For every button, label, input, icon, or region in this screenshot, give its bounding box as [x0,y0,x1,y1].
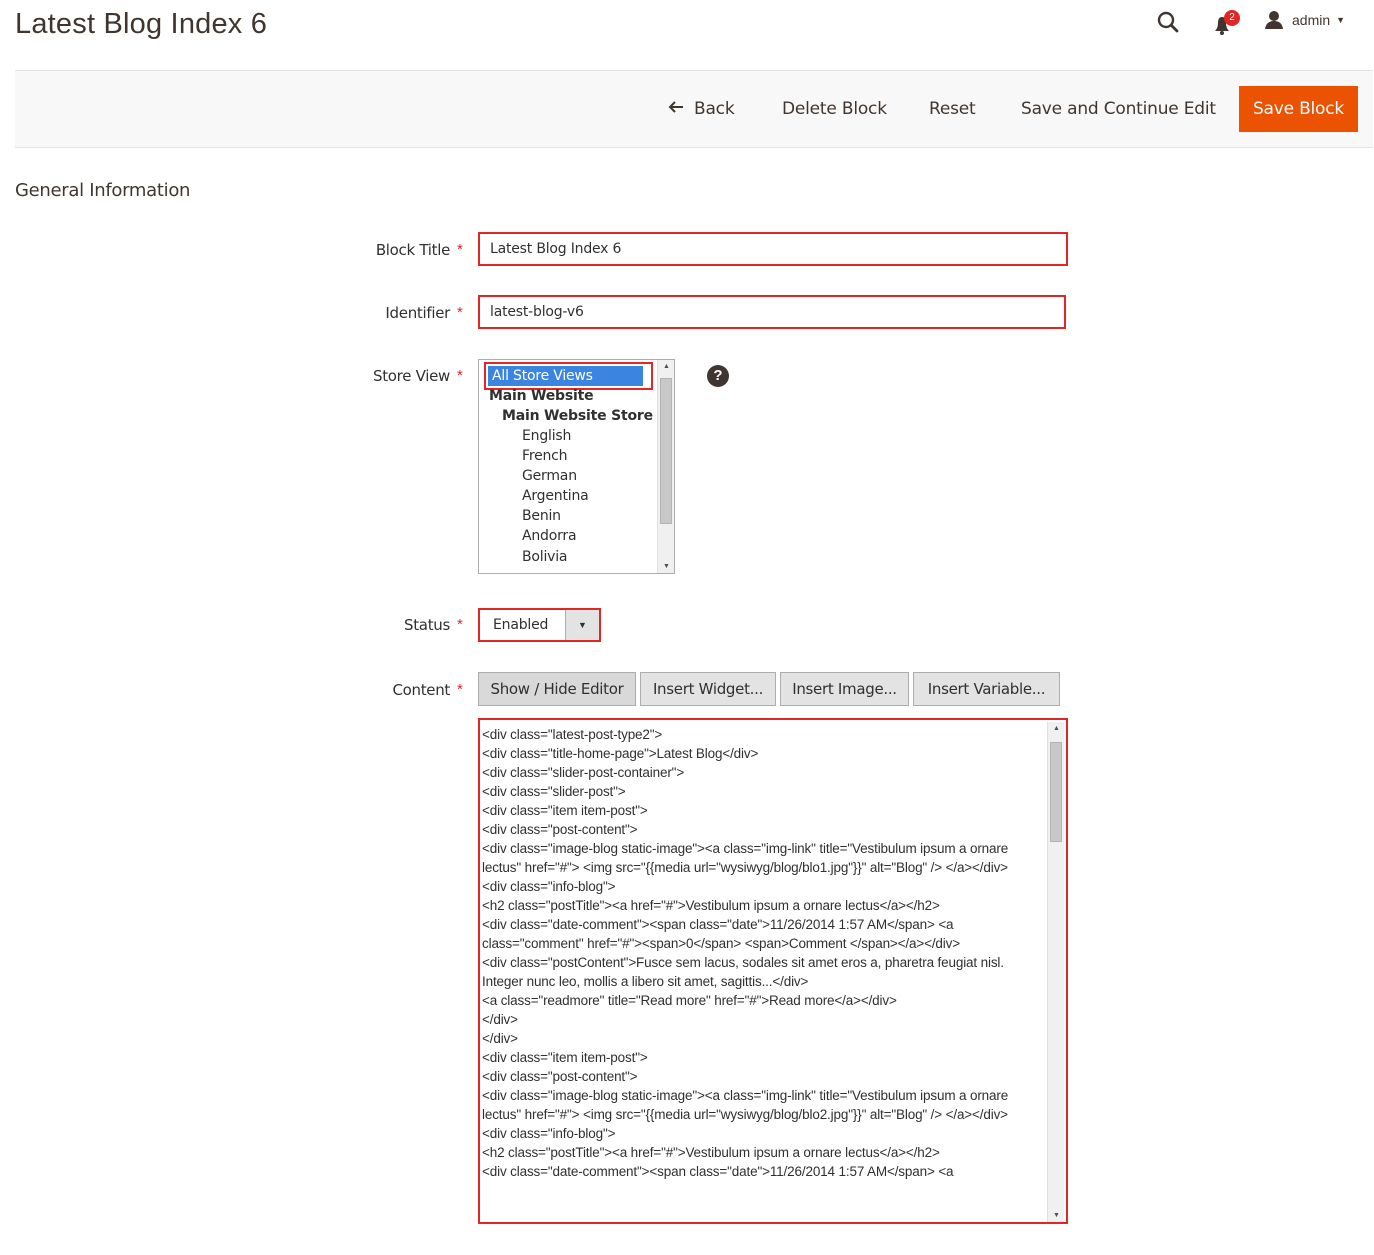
store-option-french[interactable]: French [522,448,568,464]
block-title-input[interactable]: Latest Blog Index 6 [478,232,1068,266]
page-actions-bar: Back Delete Block Reset Save and Continu… [15,70,1373,148]
status-value: Enabled [493,617,549,633]
delete-block-button[interactable]: Delete Block [782,99,887,119]
arrow-left-icon [668,99,684,119]
store-option-german[interactable]: German [522,468,577,484]
section-title: General Information [15,180,191,201]
back-label: Back [694,99,735,119]
notifications-button[interactable]: 2 [1210,9,1240,39]
content-label: Content [392,681,450,699]
content-scrollbar[interactable]: ▲ ▼ [1047,722,1064,1222]
back-button[interactable]: Back [668,99,735,119]
page-title: Latest Blog Index 6 [15,8,268,40]
store-option-all[interactable]: All Store Views [488,366,643,386]
store-option-bolivia[interactable]: Bolivia [522,549,568,565]
store-view-multiselect[interactable]: All Store Views Main Website Main Websit… [478,359,675,574]
scroll-down-arrow-icon[interactable]: ▼ [658,563,674,570]
store-option-english[interactable]: English [522,428,571,444]
store-option-main-website-store[interactable]: Main Website Store [502,408,653,424]
content-textarea[interactable]: <div class="latest-post-type2"> <div cla… [478,718,1068,1224]
store-option-argentina[interactable]: Argentina [522,488,589,504]
chevron-down-icon[interactable]: ▼ [565,610,599,640]
scroll-thumb[interactable] [660,378,672,524]
user-icon [1265,11,1283,29]
content-text: <div class="latest-post-type2"> <div cla… [482,727,1009,1179]
help-icon[interactable]: ? [707,365,729,387]
user-menu[interactable]: admin ▼ [1264,10,1345,30]
insert-widget-button[interactable]: Insert Widget... [640,672,776,706]
notification-count-badge: 2 [1224,10,1240,26]
save-block-button[interactable]: Save Block [1239,86,1358,132]
required-marker: * [457,681,463,698]
save-and-continue-button[interactable]: Save and Continue Edit [1021,99,1216,119]
scroll-up-arrow-icon[interactable]: ▲ [658,363,674,370]
scroll-up-arrow-icon[interactable]: ▲ [1048,725,1065,732]
chevron-down-icon: ▼ [1336,15,1346,25]
store-list-scrollbar[interactable]: ▲ ▼ [657,360,674,573]
insert-image-button[interactable]: Insert Image... [780,672,909,706]
insert-variable-button[interactable]: Insert Variable... [913,672,1060,706]
required-marker: * [457,367,463,384]
status-select[interactable]: Enabled ▼ [478,608,601,642]
scroll-thumb[interactable] [1050,742,1062,842]
identifier-input[interactable]: latest-blog-v6 [478,295,1066,329]
search-icon[interactable] [1156,10,1182,36]
store-option-andorra[interactable]: Andorra [522,528,577,544]
block-title-label: Block Title [375,241,450,259]
store-option-main-website[interactable]: Main Website [489,388,594,404]
required-marker: * [457,304,463,321]
required-marker: * [457,241,463,258]
store-view-label: Store View [372,367,450,385]
scroll-down-arrow-icon[interactable]: ▼ [1048,1212,1065,1219]
status-label: Status [404,616,450,634]
required-marker: * [457,616,463,633]
store-option-benin[interactable]: Benin [522,508,561,524]
user-name: admin [1292,12,1331,28]
reset-button[interactable]: Reset [929,99,976,119]
identifier-label: Identifier [385,304,450,322]
show-hide-editor-button[interactable]: Show / Hide Editor [478,672,636,706]
